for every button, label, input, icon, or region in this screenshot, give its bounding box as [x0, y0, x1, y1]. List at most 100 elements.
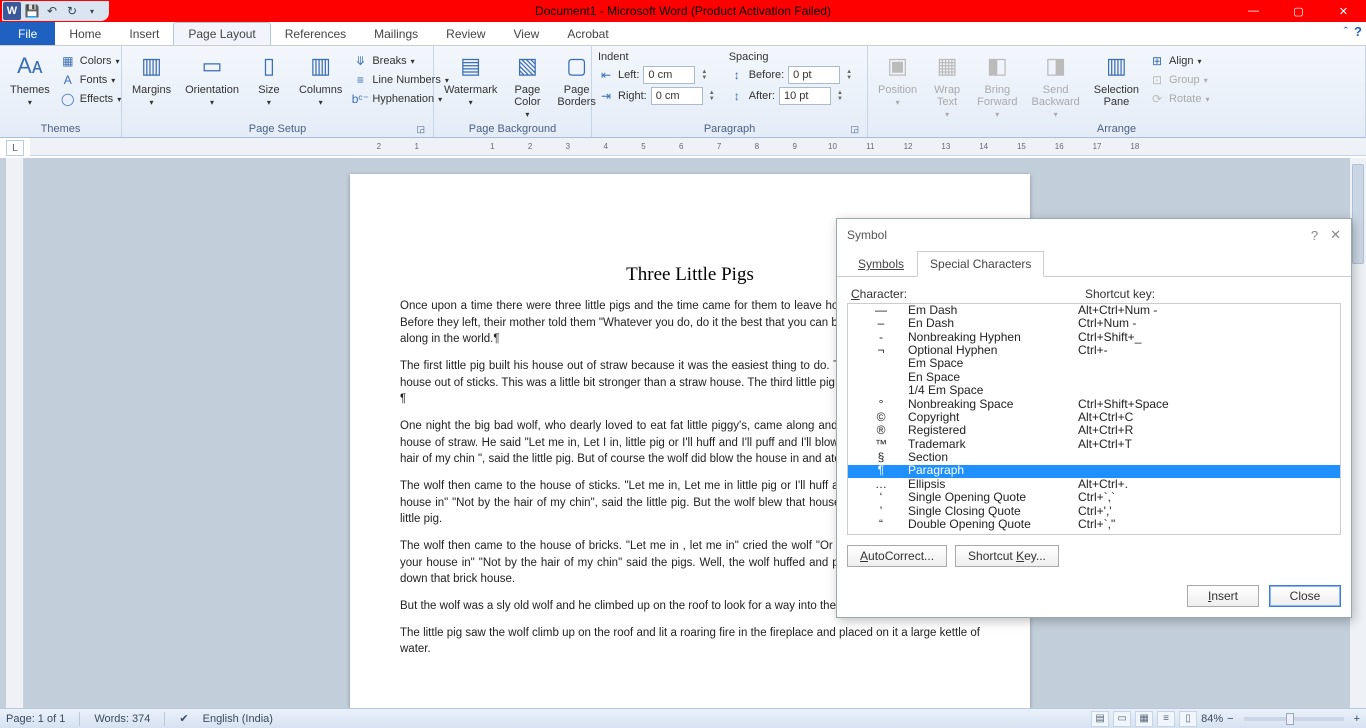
selection-pane-icon: ▥	[1100, 50, 1132, 82]
margins-button[interactable]: ▥Margins▾	[128, 48, 175, 109]
zoom-level[interactable]: 84%	[1201, 713, 1223, 725]
view-web-layout-icon[interactable]: ▦	[1135, 711, 1153, 727]
maximize-button[interactable]: ▢	[1276, 0, 1321, 22]
special-char-row[interactable]: ®RegisteredAlt+Ctrl+R	[848, 425, 1340, 438]
themes-button[interactable]: Aᴀ Themes ▾	[6, 48, 54, 109]
dialog-help-icon[interactable]: ?	[1311, 228, 1318, 243]
indent-left-icon: ⇤	[598, 67, 614, 83]
page-borders-icon: ▢	[561, 50, 593, 82]
ruler-tick: 2	[360, 142, 398, 151]
vertical-ruler[interactable]	[6, 158, 24, 708]
zoom-out-button[interactable]: −	[1227, 713, 1233, 725]
ruler-tick: 14	[965, 142, 1003, 151]
close-button[interactable]: Close	[1269, 585, 1341, 607]
page-status[interactable]: Page: 1 of 1	[6, 713, 65, 725]
proofing-icon[interactable]: ✔	[179, 712, 188, 725]
tab-selector-button[interactable]: L	[6, 140, 24, 156]
tab-insert[interactable]: Insert	[115, 22, 173, 45]
shortcut-key-button[interactable]: Shortcut Key...	[955, 545, 1059, 567]
char-shortcut: Ctrl+`,`	[1078, 491, 1334, 505]
tab-acrobat[interactable]: Acrobat	[553, 22, 622, 45]
theme-effects-button[interactable]: ◯Effects ▾	[60, 90, 121, 108]
minimize-button[interactable]: —	[1231, 0, 1276, 22]
save-icon[interactable]: 💾	[23, 2, 41, 20]
special-char-row[interactable]: 1/4 Em Space	[848, 384, 1340, 397]
spacing-after-input[interactable]: 10 pt	[779, 87, 831, 105]
autocorrect-button[interactable]: AutoCorrect...	[847, 545, 947, 567]
view-full-screen-icon[interactable]: ▭	[1113, 711, 1131, 727]
align-icon: ⊞	[1149, 53, 1165, 69]
dialog-close-icon[interactable]: ✕	[1330, 227, 1341, 243]
group-page-background: ▤Watermark▾ ▧Page Color▾ ▢Page Borders P…	[434, 46, 592, 137]
position-icon: ▣	[882, 50, 914, 82]
qat-customize-icon[interactable]: ▾	[83, 2, 101, 20]
ruler-tick: 2	[511, 142, 549, 151]
tab-symbols[interactable]: Symbols	[845, 251, 917, 277]
word-count[interactable]: Words: 374	[94, 713, 150, 725]
selection-pane-button[interactable]: ▥Selection Pane	[1090, 48, 1143, 110]
ruler-tick: 1	[473, 142, 511, 151]
orientation-button[interactable]: ▭Orientation▾	[181, 48, 243, 109]
ruler-tick: 12	[889, 142, 927, 151]
dialog-launcher-icon[interactable]: ◲	[416, 124, 425, 135]
char-shortcut: Ctrl+`,"	[1078, 518, 1334, 532]
zoom-slider-thumb[interactable]	[1286, 713, 1294, 725]
indent-right-input[interactable]: 0 cm	[651, 87, 703, 105]
indent-left-input[interactable]: 0 cm	[643, 66, 695, 84]
language-status[interactable]: English (India)	[203, 713, 273, 725]
line-numbers-icon: ≡	[352, 72, 368, 88]
scrollbar-thumb[interactable]	[1352, 164, 1364, 264]
ruler-tick: 15	[1003, 142, 1041, 151]
group-themes: Aᴀ Themes ▾ ▦Colors ▾ AFonts ▾ ◯Effects …	[0, 46, 122, 137]
dialog-launcher-icon[interactable]: ◲	[850, 124, 859, 135]
tab-page-layout[interactable]: Page Layout	[173, 22, 270, 45]
special-char-row[interactable]: “Double Opening QuoteCtrl+`,"	[848, 518, 1340, 531]
tab-review[interactable]: Review	[432, 22, 499, 45]
ribbon: Aᴀ Themes ▾ ▦Colors ▾ AFonts ▾ ◯Effects …	[0, 46, 1366, 138]
char-symbol: “	[854, 518, 908, 532]
ribbon-minimize-icon[interactable]: ˆ	[1344, 24, 1348, 39]
zoom-slider[interactable]	[1244, 717, 1344, 721]
group-label: Page Background	[440, 122, 585, 137]
size-icon: ▯	[253, 50, 285, 82]
columns-button[interactable]: ▥Columns▾	[295, 48, 346, 109]
file-tab[interactable]: File	[0, 22, 55, 45]
horizontal-ruler[interactable]: 21123456789101112131415161718	[30, 138, 1366, 156]
tab-view[interactable]: View	[500, 22, 554, 45]
align-button[interactable]: ⊞Align ▾	[1149, 52, 1209, 70]
insert-button[interactable]: Insert	[1187, 585, 1259, 607]
zoom-in-button[interactable]: +	[1354, 713, 1360, 725]
redo-icon[interactable]: ↻	[63, 2, 81, 20]
spacing-before-input[interactable]: 0 pt	[788, 66, 840, 84]
tab-mailings[interactable]: Mailings	[360, 22, 432, 45]
paragraph: The little pig saw the wolf climb up on …	[400, 625, 980, 658]
close-window-button[interactable]: ✕	[1321, 0, 1366, 22]
group-label: Paragraph◲	[598, 122, 861, 137]
tab-references[interactable]: References	[271, 22, 360, 45]
special-char-row[interactable]: –En DashCtrl+Num -	[848, 317, 1340, 330]
indent-header: Indent	[598, 50, 715, 64]
theme-fonts-button[interactable]: AFonts ▾	[60, 71, 121, 89]
view-print-layout-icon[interactable]: ▤	[1091, 711, 1109, 727]
spacing-header: Spacing	[729, 50, 852, 64]
view-outline-icon[interactable]: ≡	[1157, 711, 1175, 727]
page-color-button[interactable]: ▧Page Color▾	[507, 48, 547, 121]
group-arrange: ▣Position▾ ▦Wrap Text▾ ◧Bring Forward▾ ◨…	[868, 46, 1366, 137]
spacing-before-icon: ↕	[729, 67, 745, 83]
special-char-row[interactable]: Em Space	[848, 358, 1340, 371]
size-button[interactable]: ▯Size▾	[249, 48, 289, 109]
watermark-button[interactable]: ▤Watermark▾	[440, 48, 501, 109]
undo-icon[interactable]: ↶	[43, 2, 61, 20]
margins-icon: ▥	[136, 50, 168, 82]
theme-colors-button[interactable]: ▦Colors ▾	[60, 52, 121, 70]
special-char-row[interactable]: ‘Single Opening QuoteCtrl+`,`	[848, 491, 1340, 504]
char-name: En Dash	[908, 317, 1078, 331]
view-draft-icon[interactable]: ▯	[1179, 711, 1197, 727]
ruler-tick: 16	[1040, 142, 1078, 151]
help-icon[interactable]: ?	[1354, 24, 1362, 39]
tab-special-characters[interactable]: Special Characters	[917, 251, 1044, 277]
group-label: Arrange	[874, 122, 1359, 137]
vertical-scrollbar[interactable]	[1350, 158, 1366, 708]
tab-home[interactable]: Home	[55, 22, 115, 45]
special-characters-list[interactable]: —Em DashAlt+Ctrl+Num -–En DashCtrl+Num -…	[847, 303, 1341, 535]
